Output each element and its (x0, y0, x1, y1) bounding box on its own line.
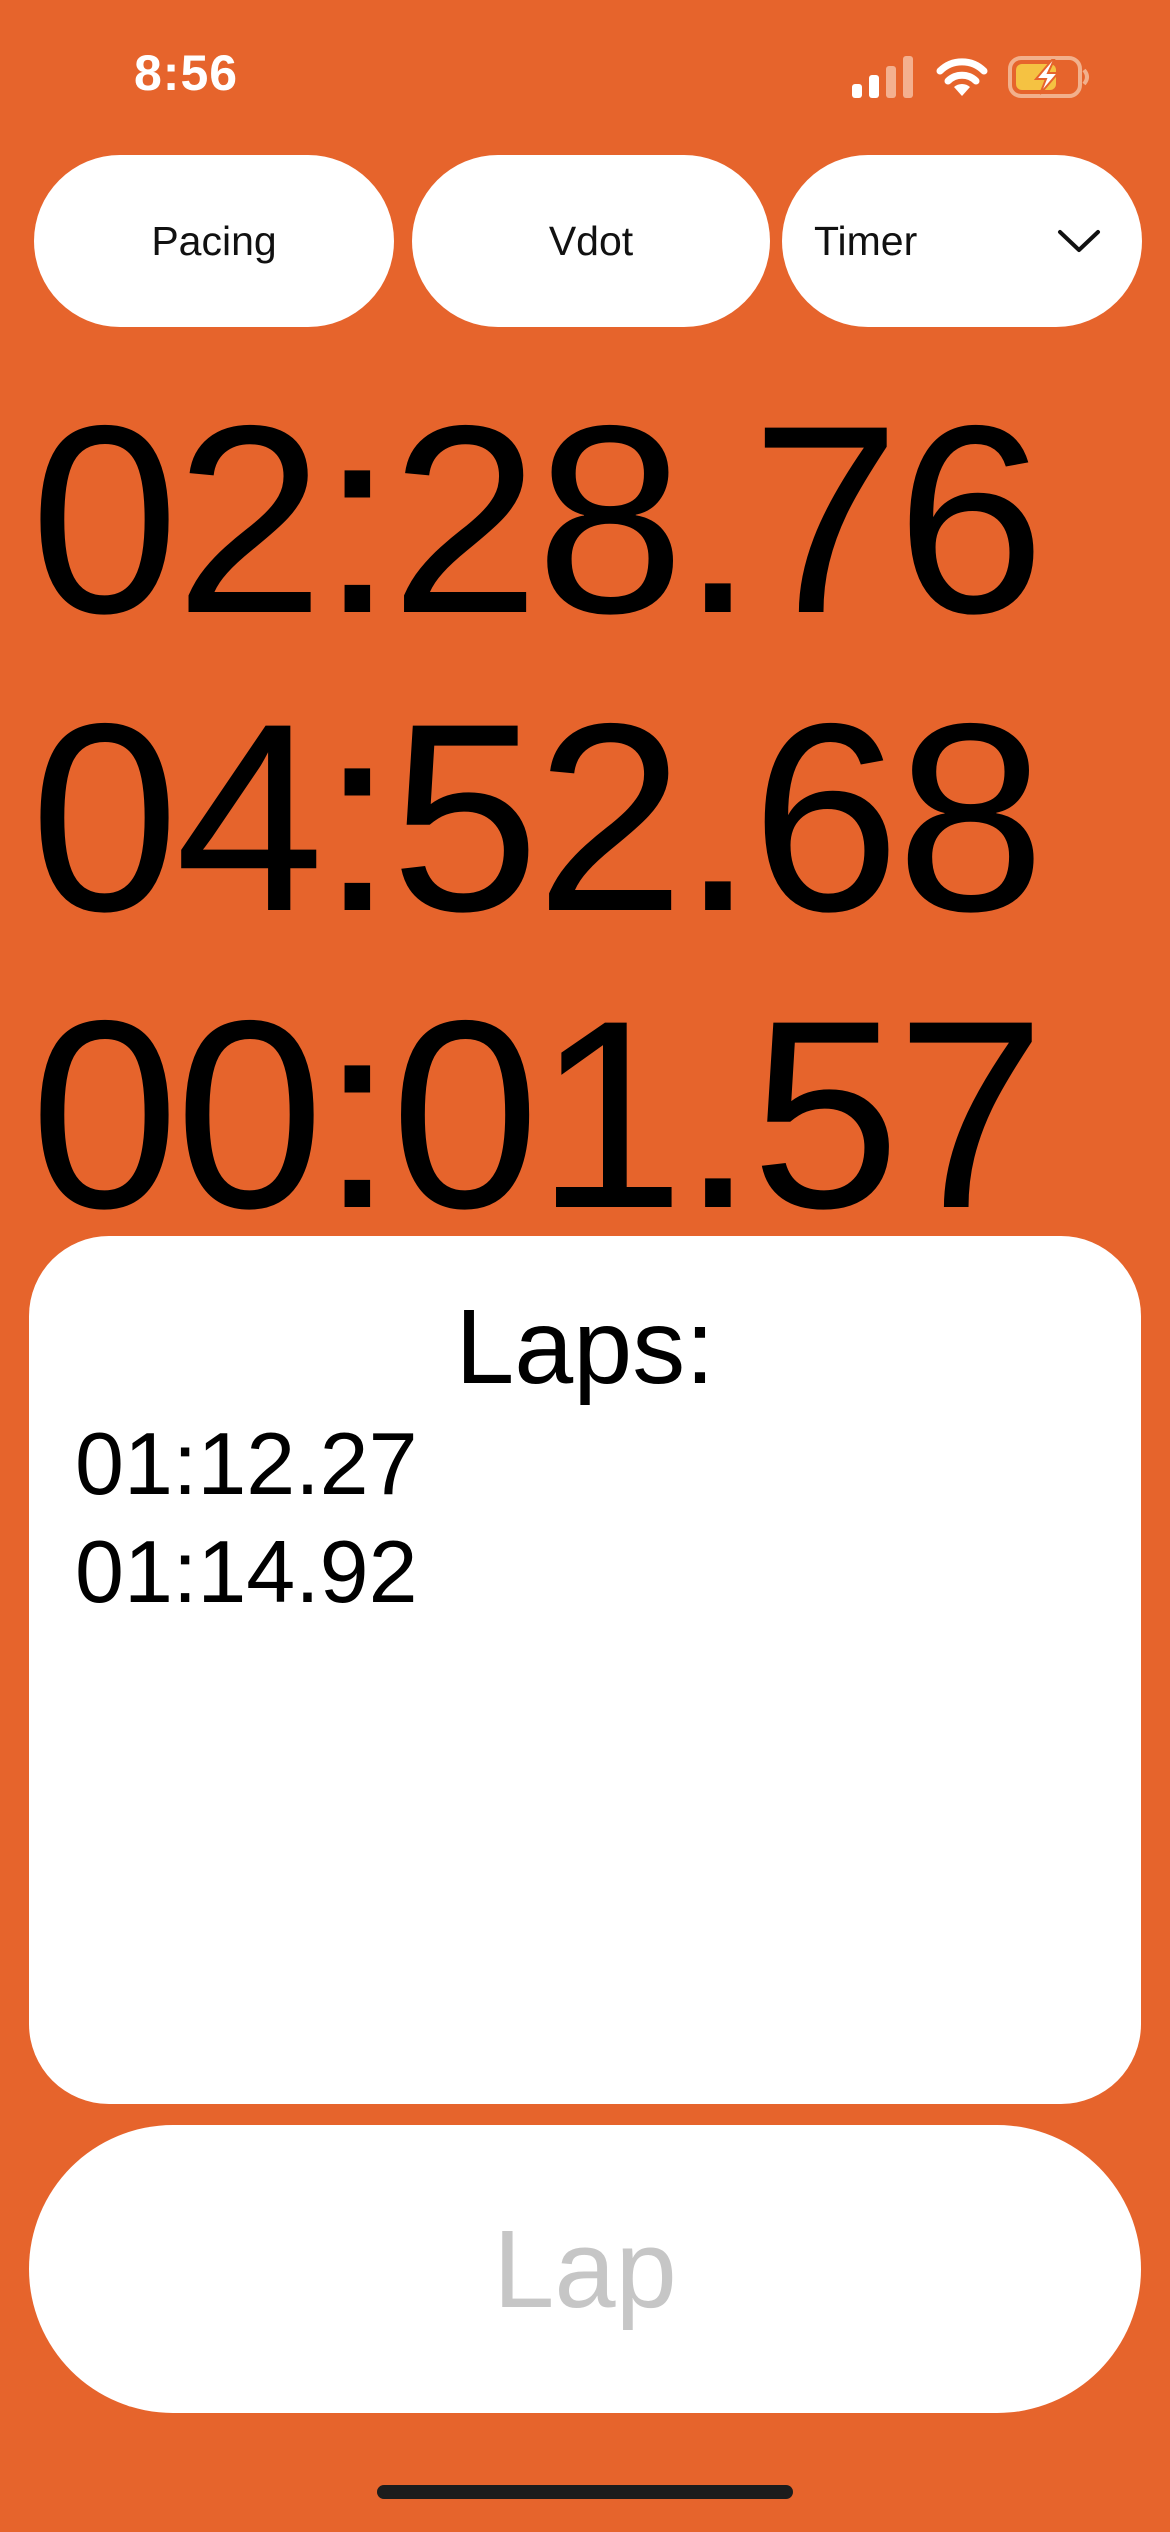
secondary-timer-display: 04:52.68 (30, 667, 1045, 967)
laps-title: Laps: (455, 1288, 715, 1406)
signal-icon (852, 56, 913, 98)
home-indicator[interactable] (377, 2485, 793, 2499)
lap-button-label: Lap (493, 2207, 677, 2331)
lap-button[interactable]: Lap (29, 2125, 1141, 2413)
primary-timer-display: 02:28.76 (30, 369, 1045, 669)
pacing-button-label: Pacing (151, 217, 277, 264)
tertiary-timer-display: 00:01.57 (30, 964, 1045, 1264)
status-bar-time: 8:56 (134, 45, 239, 101)
pacing-button[interactable]: Pacing (34, 155, 394, 327)
mode-dropdown[interactable]: Timer (782, 155, 1142, 327)
lap-item: 01:12.27 (75, 1414, 418, 1513)
wifi-icon (936, 58, 988, 96)
laps-panel[interactable]: Laps: 01:12.27 01:14.92 (29, 1236, 1141, 2104)
battery-charging-icon (1008, 56, 1089, 98)
chevron-down-icon (1058, 230, 1100, 252)
vdot-button-label: Vdot (548, 217, 634, 264)
laps-list: 01:12.27 01:14.92 (75, 1410, 418, 1626)
mode-dropdown-value: Timer (814, 217, 918, 264)
lap-item: 01:14.92 (75, 1522, 418, 1621)
vdot-button[interactable]: Vdot (412, 155, 770, 327)
